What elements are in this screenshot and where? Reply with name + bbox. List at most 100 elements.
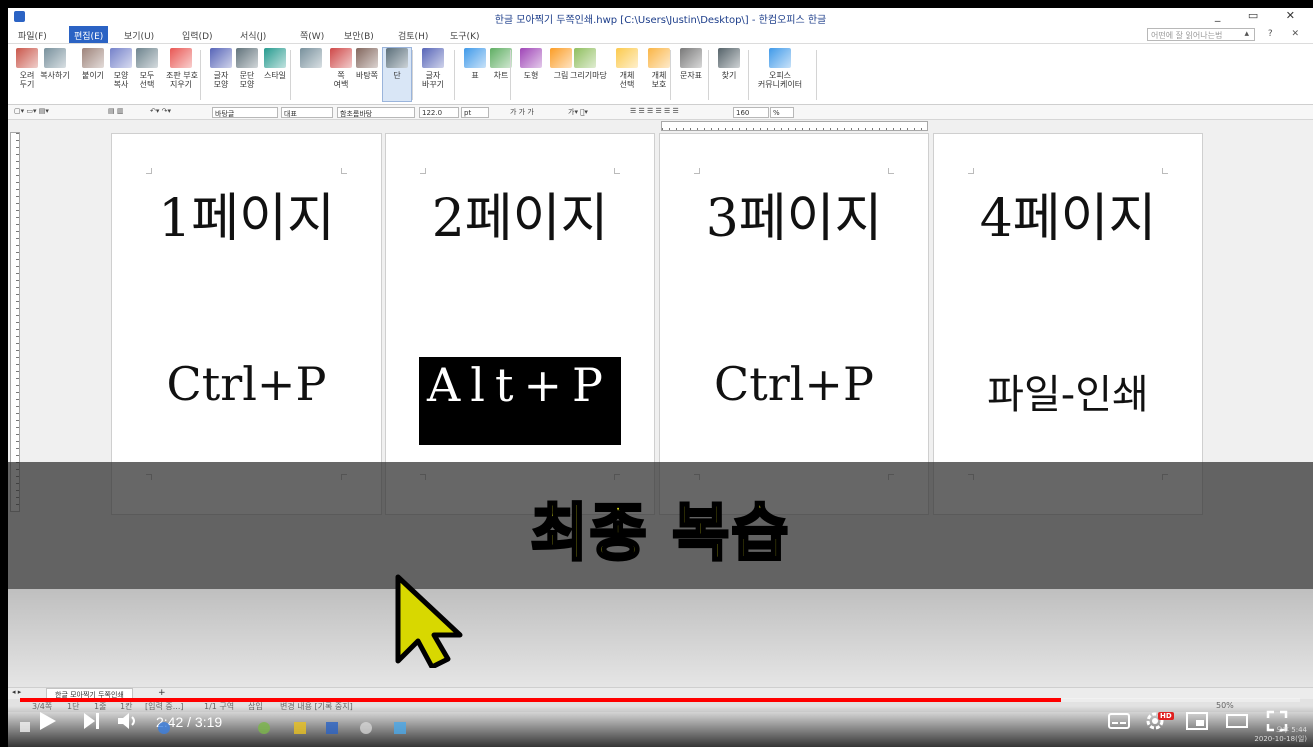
ribbon-button-scissors[interactable]: 오려 두기 — [12, 48, 42, 89]
obs-icon[interactable] — [360, 722, 372, 734]
replace-char-icon — [422, 48, 444, 68]
font-lang-select[interactable]: 대표 — [281, 107, 333, 118]
table-icon — [464, 48, 486, 68]
line-spacing-input[interactable]: 160 — [733, 107, 769, 118]
app-icon[interactable] — [258, 722, 270, 734]
folder-icon[interactable] — [294, 722, 306, 734]
align-icons[interactable]: ☰ ☰ ☰ ☰ ☰ ☰ — [630, 107, 679, 115]
line-spacing-unit[interactable]: % — [770, 107, 794, 118]
menu-security[interactable]: 보안(B) — [344, 29, 374, 42]
ribbon-button-style[interactable]: 스타일 — [260, 48, 290, 80]
ribbon-button-communicator[interactable]: 오피스 커뮤니케이터 — [754, 48, 806, 89]
ribbon-button-shape[interactable]: 도형 — [516, 48, 546, 80]
ribbon-button-object-select[interactable]: 개체 선택 — [612, 48, 642, 89]
ribbon-button-label: 찾기 — [721, 71, 737, 80]
ribbon-separator — [454, 50, 455, 100]
copy-icon — [44, 48, 66, 68]
ribbon-button-label: 오피스 커뮤니케이터 — [757, 71, 803, 89]
ribbon-button-label: 도형 — [523, 71, 539, 80]
picture-icon — [550, 48, 572, 68]
menu-tools[interactable]: 도구(K) — [450, 29, 480, 42]
ribbon-button-clipart[interactable]: 그리기마당 — [570, 48, 607, 80]
ribbon-button-label: 조판 부호 지우기 — [166, 71, 198, 89]
style-select[interactable]: 바탕글 — [212, 107, 278, 118]
video-progress-played — [20, 698, 1061, 702]
menu-file[interactable]: 파일(F) — [18, 29, 47, 42]
page-3[interactable]: 3페이지 Ctrl+P — [659, 133, 929, 515]
select-all-icon — [136, 48, 158, 68]
ribbon-button-select-all[interactable]: 모두 선택 — [132, 48, 162, 89]
ribbon-separator — [816, 50, 817, 100]
ribbon-button-page[interactable] — [296, 48, 326, 71]
ribbon-button-symbol[interactable]: 문자표 — [676, 48, 706, 80]
hwp-window: 한글 모아찍기 두쪽인쇄.hwp [C:\Users\Justin\Deskto… — [8, 8, 1313, 747]
menu-input[interactable]: 입력(D) — [182, 29, 213, 42]
video-controls: 2:42 / 3:19 — [8, 706, 1313, 747]
menu-view[interactable]: 보기(U) — [124, 29, 154, 42]
page-corner-mark — [341, 168, 347, 174]
page-corner-mark — [968, 168, 974, 174]
ribbon-button-paste[interactable]: 붙이기 — [78, 48, 108, 80]
chart-icon — [490, 48, 512, 68]
banner-text: 최종 복습 — [529, 495, 791, 571]
windows-start-icon[interactable] — [20, 722, 30, 732]
volume-icon[interactable] — [116, 710, 138, 732]
para-shape-icon — [236, 48, 258, 68]
ribbon-button-binoculars[interactable]: 찾기 — [714, 48, 744, 80]
chrome-icon[interactable] — [158, 722, 170, 734]
menu-bar: 파일(F) 편집(E) 보기(U) 입력(D) 서식(J) 쪽(W) 보안(B)… — [8, 26, 1313, 43]
font-size-input[interactable]: 122.0 — [419, 107, 459, 118]
ribbon-button-copy[interactable]: 복사하기 — [40, 48, 70, 80]
binoculars-icon — [718, 48, 740, 68]
play-icon[interactable] — [36, 710, 58, 732]
caption-banner: 최종 복습 — [8, 462, 1313, 589]
ruler-row — [8, 120, 1313, 132]
ribbon-button-chart[interactable]: 차트 — [486, 48, 516, 80]
bold-italic-buttons[interactable]: 가 가 가 — [510, 107, 534, 117]
horizontal-ruler[interactable] — [661, 121, 928, 131]
menu-edit[interactable]: 편집(E) — [69, 26, 109, 43]
page-1[interactable]: 1페이지 Ctrl+P — [111, 133, 382, 515]
ribbon-button-label: 글자 바꾸기 — [421, 71, 445, 89]
theater-mode-icon[interactable] — [1226, 710, 1248, 732]
format-toolbar: ▢▾ ▭▾ ▤▾ ▤ ▥ ↶▾ ↷▾ 바탕글 대표 함초롬바탕 122.0 pt… — [8, 105, 1313, 120]
ribbon-button-label: 문자표 — [679, 71, 703, 80]
page-corner-mark — [1162, 168, 1168, 174]
ribbon-button-columns[interactable]: 단 — [382, 47, 412, 102]
next-icon[interactable] — [80, 710, 102, 732]
page-icon — [300, 48, 322, 68]
title-bar: 한글 모아찍기 두쪽인쇄.hwp [C:\Users\Justin\Deskto… — [8, 8, 1313, 26]
subtitles-icon[interactable] — [1108, 710, 1130, 732]
video-progress-bar[interactable] — [20, 698, 1300, 702]
font-select[interactable]: 함초롬바탕 — [337, 107, 415, 118]
font-unit-select[interactable]: pt — [461, 107, 489, 118]
lower-background — [8, 589, 1313, 689]
tab-scroll-icons[interactable]: ◂ ▸ — [12, 688, 21, 696]
ribbon-button-master-page[interactable]: 바탕쪽 — [352, 48, 382, 80]
monitor-icon[interactable] — [394, 722, 406, 734]
ribbon-button-delete-code[interactable]: 조판 부호 지우기 — [166, 48, 198, 89]
new-doc-icon[interactable]: ▢▾ ▭▾ ▤▾ — [14, 107, 49, 115]
menu-format[interactable]: 서식(J) — [240, 29, 266, 42]
ribbon-separator — [748, 50, 749, 100]
undo-icon[interactable]: ↶▾ ↷▾ — [150, 107, 171, 115]
vertical-ruler[interactable] — [10, 132, 20, 512]
miniplayer-icon[interactable] — [1186, 710, 1208, 732]
ribbon-button-para-shape[interactable]: 문단 모양 — [232, 48, 262, 89]
ribbon-controls[interactable]: ▴ ? ✕ — [1244, 29, 1307, 39]
print-icon[interactable]: ▤ ▥ — [108, 107, 123, 115]
style-icon — [264, 48, 286, 68]
text-color-icon[interactable]: 가▾ 가̲▾ — [568, 107, 588, 117]
add-tab-button[interactable]: + — [158, 688, 166, 698]
scissors-icon — [16, 48, 38, 68]
menu-page[interactable]: 쪽(W) — [300, 29, 324, 42]
menu-review[interactable]: 검토(H) — [398, 29, 428, 42]
hwp-taskbar-icon[interactable] — [326, 722, 338, 734]
ribbon-button-label: 차트 — [493, 71, 509, 80]
ribbon-button-replace-char[interactable]: 글자 바꾸기 — [418, 48, 448, 89]
page-2[interactable]: 2페이지 Alt+P — [385, 133, 655, 515]
window-controls[interactable]: _ ▭ ✕ — [1215, 9, 1307, 22]
page-4[interactable]: 4페이지 파일-인쇄 — [933, 133, 1203, 515]
help-search-input[interactable]: 어떤에 잘 읽어나는법 — [1147, 28, 1255, 41]
page-shortcut-highlighted: Alt+P — [386, 357, 654, 445]
